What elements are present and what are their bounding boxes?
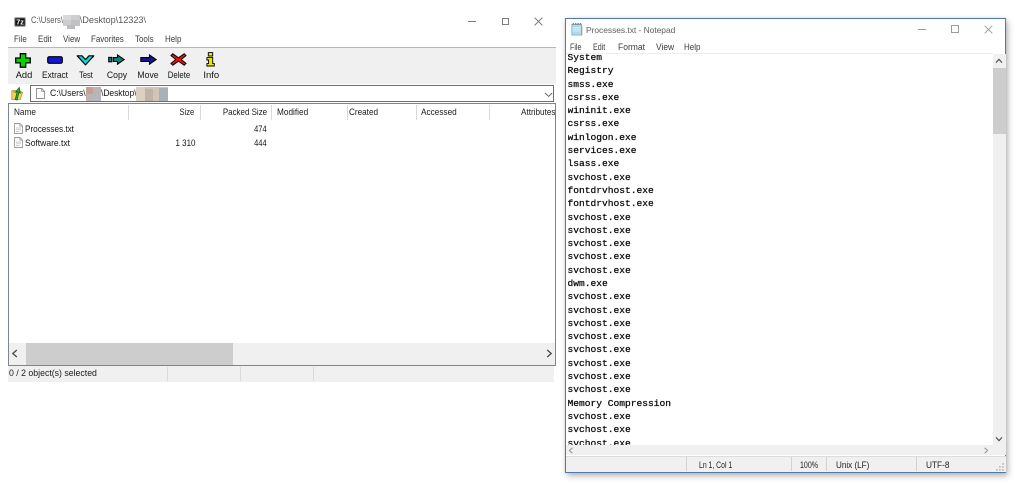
svg-text:7z: 7z bbox=[16, 17, 24, 26]
